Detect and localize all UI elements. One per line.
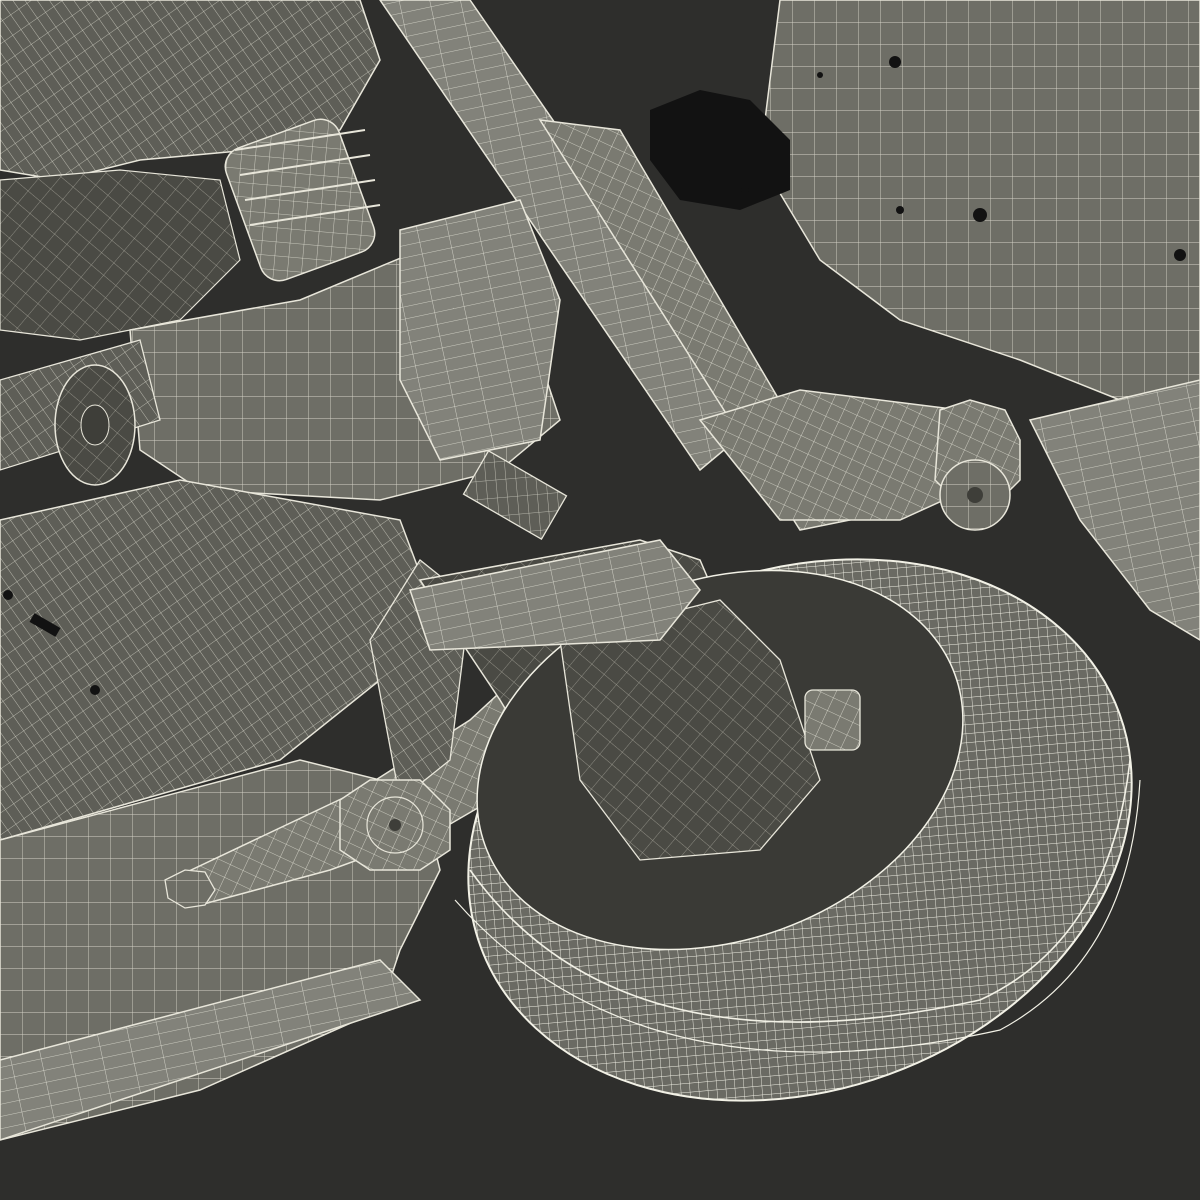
bushing-lower — [804, 689, 861, 751]
wireframe-render — [0, 0, 1200, 1200]
gearbox-housing — [399, 199, 561, 461]
ball-joint-left — [339, 779, 451, 871]
